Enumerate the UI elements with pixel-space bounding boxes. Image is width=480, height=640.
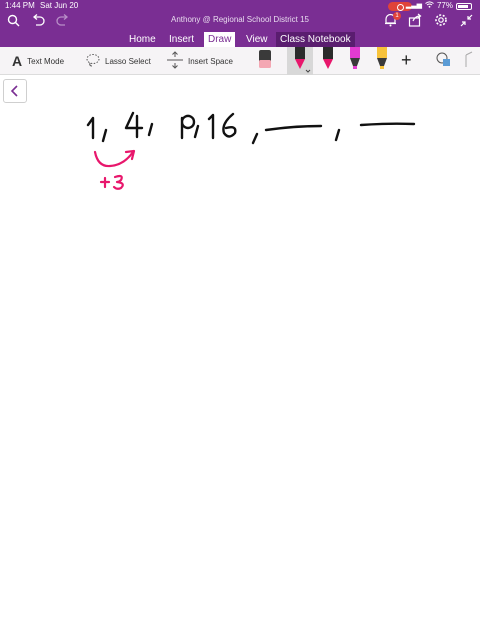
tab-class-notebook[interactable]: Class Notebook	[276, 32, 355, 47]
tab-insert[interactable]: Insert	[165, 32, 198, 47]
battery-percent: 77%	[436, 1, 453, 10]
lasso-icon	[86, 53, 100, 69]
app-header: 1:44 PM Sat Jun 20 ▂▃▅ 77% Anthony @ Reg…	[0, 0, 480, 47]
chevron-left-icon	[10, 85, 18, 97]
back-button[interactable]	[3, 79, 27, 103]
status-date: Sat Jun 20	[40, 1, 79, 10]
settings-gear-icon[interactable]	[433, 12, 449, 28]
tab-draw[interactable]: Draw	[204, 32, 236, 47]
wifi-icon	[425, 0, 434, 12]
status-bar: 1:44 PM Sat Jun 20 ▂▃▅ 77%	[0, 0, 480, 12]
share-icon[interactable]	[407, 12, 423, 28]
insert-space-icon	[167, 51, 183, 71]
draw-ribbon: A Text Mode Lasso Select Insert Space +	[0, 47, 480, 75]
shapes-icon[interactable]	[432, 47, 458, 75]
lasso-select-label: Lasso Select	[105, 56, 151, 66]
text-mode-button[interactable]: A Text Mode	[12, 47, 64, 75]
collapse-fullscreen-icon[interactable]	[458, 12, 474, 28]
highlighter-yellow-tool[interactable]	[369, 47, 395, 75]
add-pen-icon[interactable]: +	[401, 51, 412, 69]
pen-tool-pink[interactable]	[315, 47, 341, 75]
tab-view[interactable]: View	[242, 32, 272, 47]
page-canvas[interactable]	[0, 76, 480, 640]
status-indicators: ▂▃▅ 77%	[406, 0, 472, 12]
insert-space-button[interactable]: Insert Space	[167, 47, 233, 75]
status-time: 1:44 PM	[5, 1, 35, 10]
text-mode-icon: A	[12, 53, 23, 69]
insert-space-label: Insert Space	[188, 56, 233, 66]
ink-to-shape-icon[interactable]	[460, 47, 480, 75]
tab-home[interactable]: Home	[125, 32, 160, 47]
highlighter-magenta-tool[interactable]	[342, 47, 368, 75]
battery-icon	[456, 2, 472, 10]
text-mode-label: Text Mode	[27, 56, 65, 66]
lasso-select-button[interactable]: Lasso Select	[86, 47, 151, 75]
eraser-tool[interactable]	[252, 47, 278, 75]
signal-icon: ▂▃▅	[405, 2, 422, 9]
ribbon-tabs: Home Insert Draw View Class Notebook	[0, 31, 480, 47]
pen-tool-selected[interactable]	[287, 47, 313, 75]
notification-badge: 1	[393, 12, 401, 20]
